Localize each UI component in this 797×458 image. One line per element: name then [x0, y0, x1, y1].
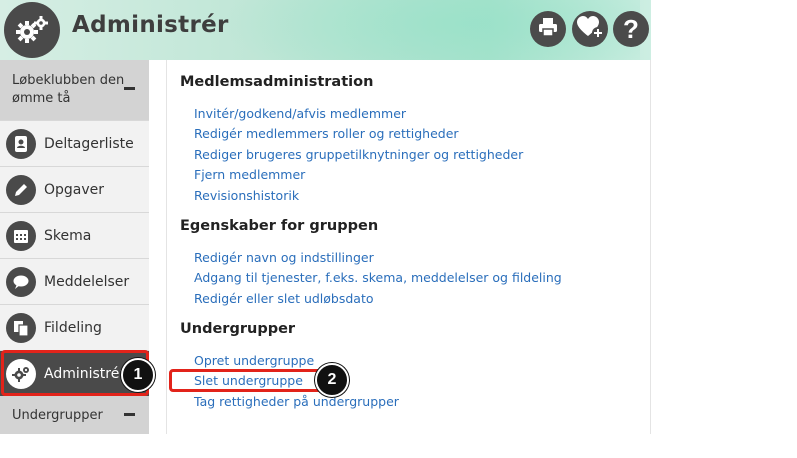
- contacts-book-icon: [6, 128, 36, 159]
- link-subgroup-permissions[interactable]: Tag rettigheder på undergrupper: [194, 394, 399, 409]
- app-header: Administrér ?: [0, 0, 651, 60]
- gears-icon: [6, 358, 36, 389]
- link-create-subgroup[interactable]: Opret undergruppe: [194, 353, 314, 368]
- gears-icon: [4, 2, 60, 58]
- section-title: Undergrupper: [180, 321, 296, 337]
- link-invite-members[interactable]: Invitér/godkend/afvis medlemmer: [194, 106, 406, 121]
- link-edit-member-roles[interactable]: Redigér medlemmers roller og rettigheder: [194, 126, 459, 141]
- subgroups-label: Undergrupper: [12, 408, 103, 423]
- help-icon: ?: [623, 14, 639, 44]
- chat-bubble-icon: [6, 266, 36, 297]
- callout-badge: 1: [121, 358, 155, 392]
- sidebar-item-label: Meddelelser: [44, 273, 130, 290]
- link-revision-history[interactable]: Revisionshistorik: [194, 188, 299, 203]
- group-name: Løbeklubben den ømme tå: [12, 73, 125, 106]
- link-remove-members[interactable]: Fjern medlemmer: [194, 167, 305, 182]
- link-service-access[interactable]: Adgang til tjenester, f.eks. skema, medd…: [194, 270, 562, 285]
- page-title: Administrér: [72, 12, 229, 38]
- sidebar-item-label: Fildeling: [44, 319, 102, 336]
- documents-icon: [6, 312, 36, 343]
- heart-plus-icon: [575, 14, 605, 44]
- favorite-add-button[interactable]: [572, 11, 608, 47]
- sidebar-item-label: Administrér: [44, 365, 126, 382]
- sidebar-item-label: Skema: [44, 227, 92, 244]
- pencil-icon: [6, 174, 36, 205]
- sidebar-item-opgaver[interactable]: Opgaver: [0, 166, 149, 212]
- link-edit-expiry-date[interactable]: Redigér eller slet udløbsdato: [194, 291, 374, 306]
- collapse-icon[interactable]: [124, 87, 135, 90]
- calendar-icon: [6, 220, 36, 251]
- print-button[interactable]: [530, 11, 566, 47]
- help-button[interactable]: ?: [613, 11, 649, 47]
- sidebar-item-deltagerliste[interactable]: Deltagerliste: [0, 120, 149, 166]
- section-title: Medlemsadministration: [180, 74, 374, 90]
- sidebar-group-header[interactable]: Løbeklubben den ømme tå: [0, 60, 149, 120]
- sidebar-item-skema[interactable]: Skema: [0, 212, 149, 258]
- sidebar-item-meddelelser[interactable]: Meddelelser: [0, 258, 149, 304]
- section-title: Egenskaber for gruppen: [180, 218, 379, 234]
- collapse-icon[interactable]: [124, 413, 135, 416]
- link-edit-group-memberships[interactable]: Rediger brugeres gruppetilknytninger og …: [194, 147, 523, 162]
- sidebar-item-fildeling[interactable]: Fildeling: [0, 304, 149, 350]
- link-delete-subgroup[interactable]: Slet undergruppe: [194, 373, 303, 388]
- callout-badge: 2: [315, 363, 349, 397]
- sidebar-subgroups-header[interactable]: Undergrupper: [0, 396, 149, 434]
- sidebar-item-label: Deltagerliste: [44, 135, 134, 152]
- link-edit-name-settings[interactable]: Redigér navn og indstillinger: [194, 250, 374, 265]
- sidebar-item-label: Opgaver: [44, 181, 105, 198]
- main-panel: Medlemsadministration Invitér/godkend/af…: [166, 60, 651, 434]
- printer-icon: [537, 16, 559, 42]
